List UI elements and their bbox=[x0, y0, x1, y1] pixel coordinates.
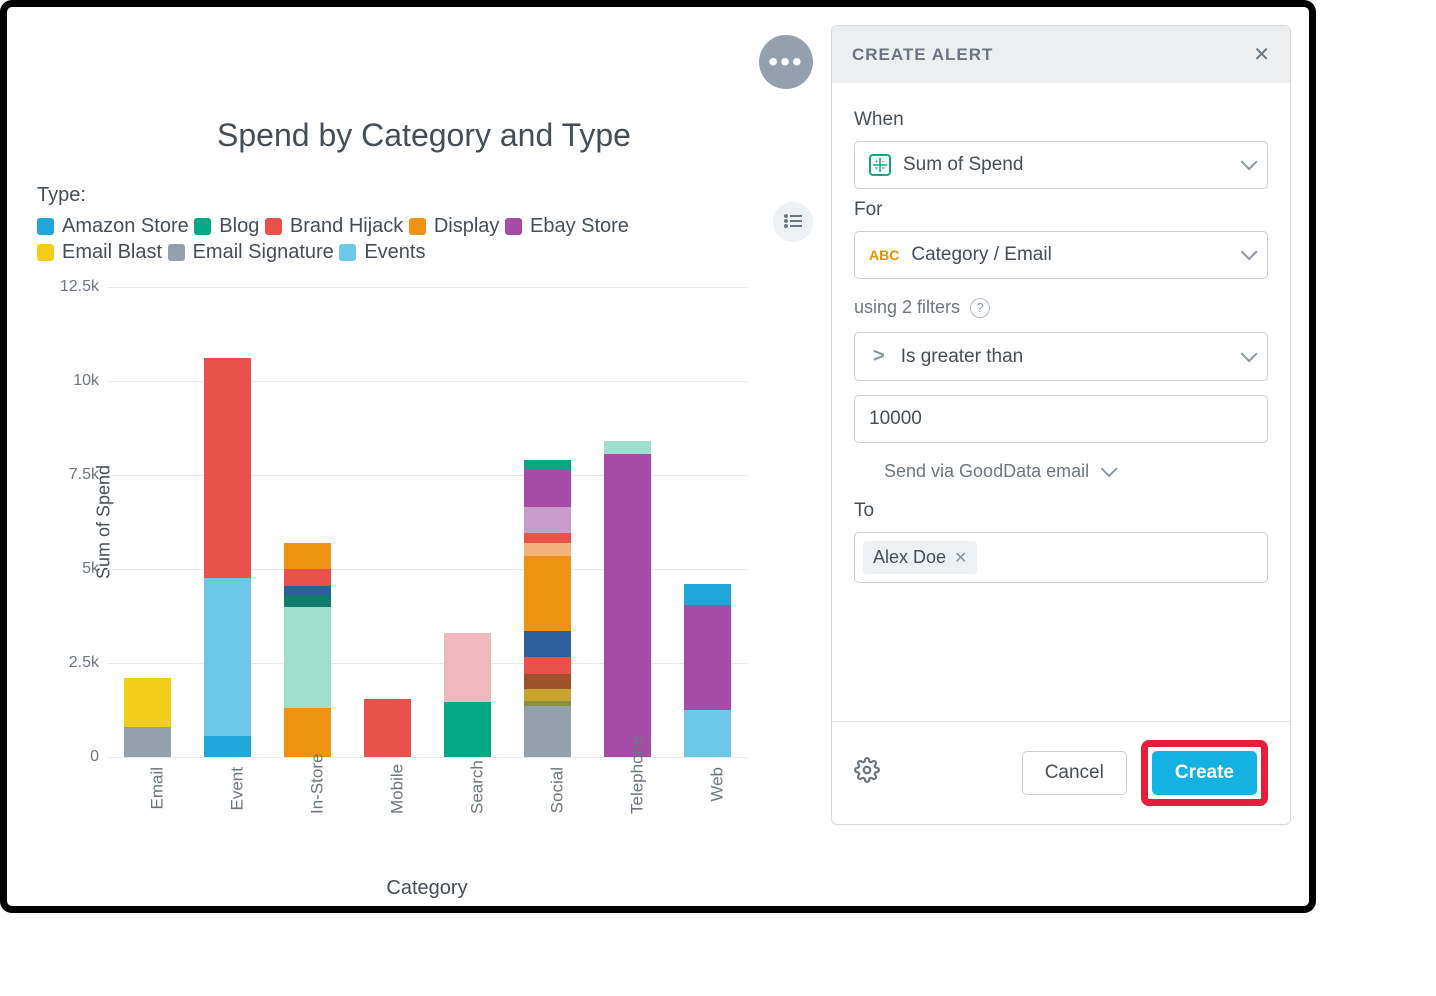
bar[interactable] bbox=[364, 699, 411, 757]
y-tick-label: 7.5k bbox=[69, 466, 99, 484]
chart-panel: ••• Spend by Category and Type Type: Ama… bbox=[7, 7, 831, 906]
legend-item[interactable]: Amazon Store bbox=[37, 215, 189, 238]
x-tick-label: In-Store bbox=[307, 767, 327, 814]
bar[interactable] bbox=[204, 358, 251, 757]
y-tick-label: 0 bbox=[90, 748, 99, 766]
cancel-button[interactable]: Cancel bbox=[1022, 751, 1127, 795]
close-icon[interactable]: ✕ bbox=[1253, 42, 1270, 67]
bar[interactable] bbox=[444, 633, 491, 757]
legend-item[interactable]: Ebay Store bbox=[505, 215, 629, 238]
metric-icon: +−× = bbox=[869, 154, 891, 176]
for-attribute-value: Category / Email bbox=[911, 244, 1051, 266]
gear-icon[interactable] bbox=[854, 757, 880, 790]
x-tick-label: Social bbox=[547, 767, 567, 814]
legend-item[interactable]: Email Signature bbox=[168, 241, 334, 264]
y-tick-label: 12.5k bbox=[60, 278, 99, 296]
more-options-button[interactable]: ••• bbox=[759, 35, 813, 89]
y-tick-label: 10k bbox=[73, 372, 99, 390]
chart-plot-area: Sum of Spend 02.5k5k7.5k10k12.5k EmailEv… bbox=[107, 287, 747, 757]
for-attribute-select[interactable]: ABC Category / Email bbox=[854, 231, 1268, 279]
legend-swatch bbox=[409, 218, 426, 235]
legend-swatch bbox=[37, 218, 54, 235]
filters-summary: using 2 filters ? bbox=[854, 297, 1268, 318]
x-tick-label: Telephone bbox=[627, 767, 647, 814]
svg-text:−: − bbox=[882, 159, 885, 165]
y-tick-label: 2.5k bbox=[69, 654, 99, 672]
recipient-tag: Alex Doe ✕ bbox=[863, 541, 977, 574]
to-label: To bbox=[854, 500, 1268, 522]
legend-swatch bbox=[339, 244, 356, 261]
legend-list-toggle[interactable] bbox=[773, 202, 813, 242]
legend-swatch bbox=[37, 244, 54, 261]
create-button-highlight: Create bbox=[1141, 740, 1268, 806]
create-alert-panel: CREATE ALERT ✕ When +−× = Sum of Spend Fo… bbox=[831, 25, 1291, 825]
legend-item[interactable]: Events bbox=[339, 241, 425, 264]
bar[interactable] bbox=[604, 441, 651, 757]
when-metric-select[interactable]: +−× = Sum of Spend bbox=[854, 141, 1268, 189]
chevron-down-icon bbox=[1241, 154, 1253, 176]
panel-header: CREATE ALERT ✕ bbox=[832, 26, 1290, 83]
threshold-input[interactable] bbox=[854, 395, 1268, 443]
legend-label: Type: bbox=[37, 184, 86, 207]
chevron-down-icon bbox=[1241, 244, 1253, 266]
legend-swatch bbox=[194, 218, 211, 235]
panel-title: CREATE ALERT bbox=[852, 45, 993, 65]
x-tick-label: Web bbox=[707, 767, 727, 814]
help-icon[interactable]: ? bbox=[970, 298, 990, 318]
legend-item[interactable]: Display bbox=[409, 215, 500, 238]
x-axis-label: Category bbox=[107, 877, 747, 900]
create-button[interactable]: Create bbox=[1152, 751, 1257, 795]
svg-text:×: × bbox=[875, 166, 878, 172]
for-label: For bbox=[854, 199, 1268, 221]
bar[interactable] bbox=[524, 460, 571, 757]
legend-swatch bbox=[505, 218, 522, 235]
recipients-input[interactable]: Alex Doe ✕ bbox=[854, 532, 1268, 583]
chart-legend: Type: Amazon Store Blog Brand Hijack Dis… bbox=[37, 184, 717, 267]
x-tick-label: Email bbox=[147, 767, 167, 814]
greater-than-icon: > bbox=[869, 345, 889, 368]
x-tick-label: Mobile bbox=[387, 767, 407, 814]
bar[interactable] bbox=[124, 678, 171, 757]
remove-recipient-icon[interactable]: ✕ bbox=[954, 548, 967, 568]
list-icon bbox=[784, 212, 802, 233]
x-tick-label: Event bbox=[227, 767, 247, 814]
legend-item[interactable]: Email Blast bbox=[37, 241, 162, 264]
panel-footer: Cancel Create bbox=[832, 721, 1290, 824]
chevron-down-icon bbox=[1241, 346, 1253, 368]
bar[interactable] bbox=[684, 584, 731, 757]
bar[interactable] bbox=[284, 543, 331, 757]
attribute-icon: ABC bbox=[869, 247, 899, 263]
condition-select[interactable]: > Is greater than bbox=[854, 332, 1268, 381]
send-via-select[interactable]: Send via GoodData email bbox=[854, 443, 1268, 490]
legend-swatch bbox=[168, 244, 185, 261]
x-tick-label: Search bbox=[467, 767, 487, 814]
chevron-down-icon bbox=[1101, 461, 1113, 482]
svg-text:=: = bbox=[882, 166, 885, 172]
y-tick-label: 5k bbox=[82, 560, 99, 578]
condition-value: Is greater than bbox=[901, 346, 1024, 368]
svg-text:+: + bbox=[875, 159, 878, 165]
when-metric-value: Sum of Spend bbox=[903, 154, 1023, 176]
legend-swatch bbox=[265, 218, 282, 235]
legend-item[interactable]: Blog bbox=[194, 215, 259, 238]
legend-item[interactable]: Brand Hijack bbox=[265, 215, 403, 238]
when-label: When bbox=[854, 109, 1268, 131]
chart-title: Spend by Category and Type bbox=[37, 117, 811, 154]
